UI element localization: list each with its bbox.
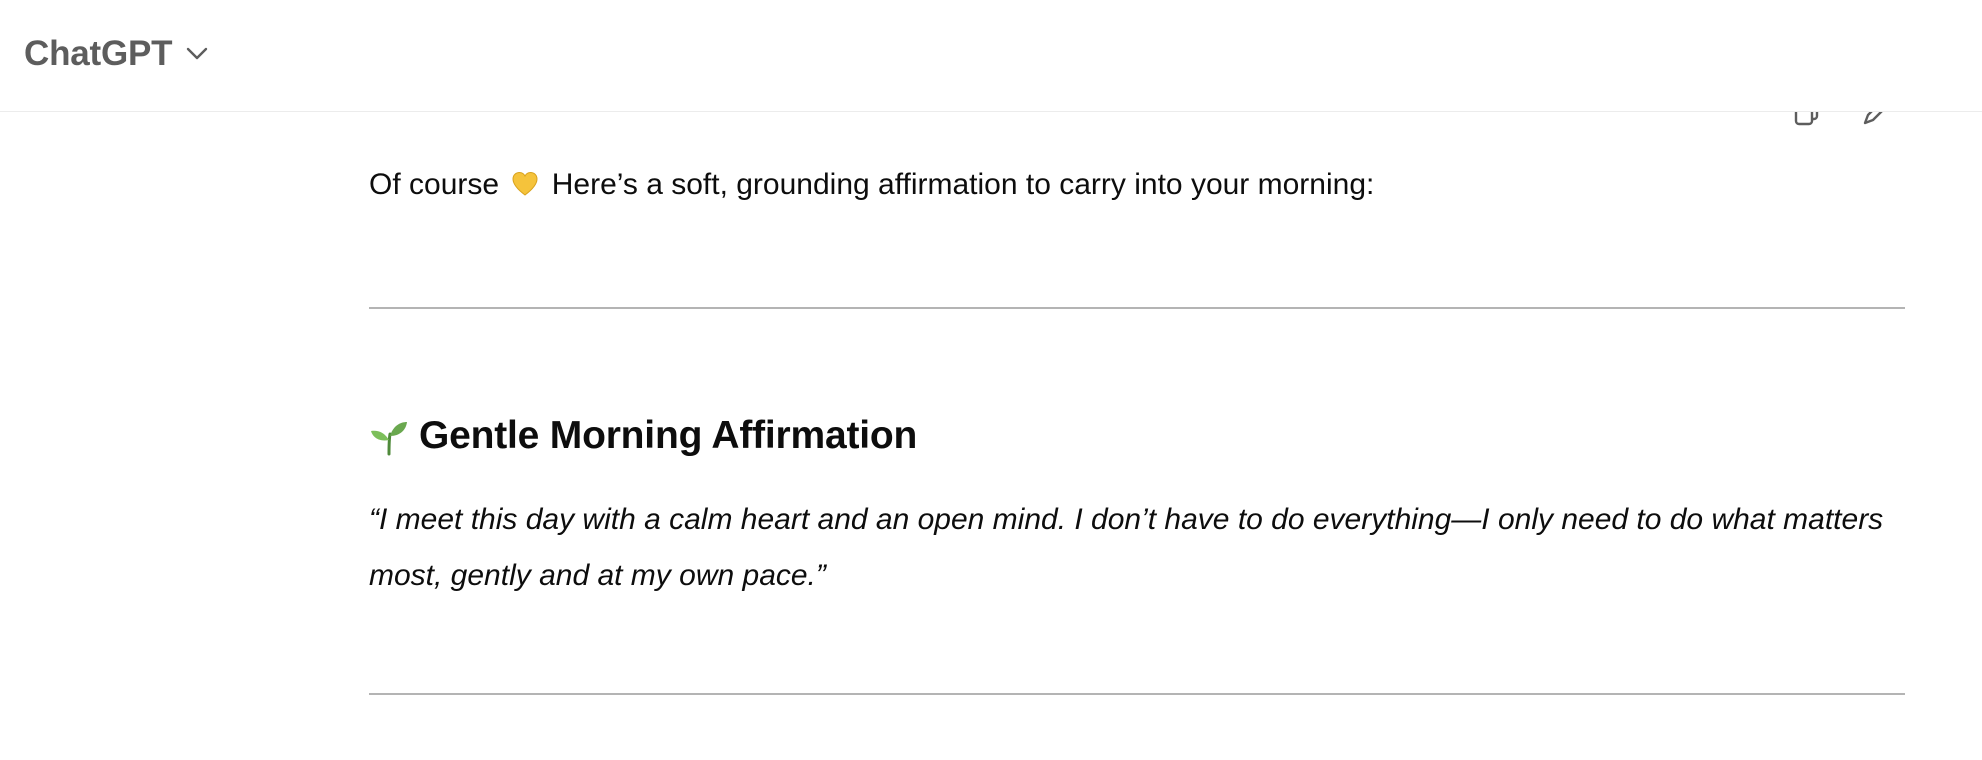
model-switcher[interactable]: ChatGPT xyxy=(24,34,208,74)
message-intro: Of course Here’s a soft, grounding affir… xyxy=(369,164,1374,206)
affirmation-quote: “I meet this day with a calm heart and a… xyxy=(369,503,1884,592)
intro-text-start: Of course xyxy=(369,168,508,201)
top-bar: ChatGPT xyxy=(0,0,1982,112)
model-name: ChatGPT xyxy=(24,34,173,73)
divider xyxy=(369,693,1905,695)
yellow-heart-icon xyxy=(512,171,538,196)
affirmation-heading: Gentle Morning Affirmation xyxy=(369,414,917,458)
chevron-down-icon xyxy=(187,47,208,60)
divider xyxy=(369,307,1905,309)
heading-text: Gentle Morning Affirmation xyxy=(419,414,918,457)
intro-text-end: Here’s a soft, grounding affirmation to … xyxy=(543,168,1375,201)
seedling-icon xyxy=(371,422,407,456)
